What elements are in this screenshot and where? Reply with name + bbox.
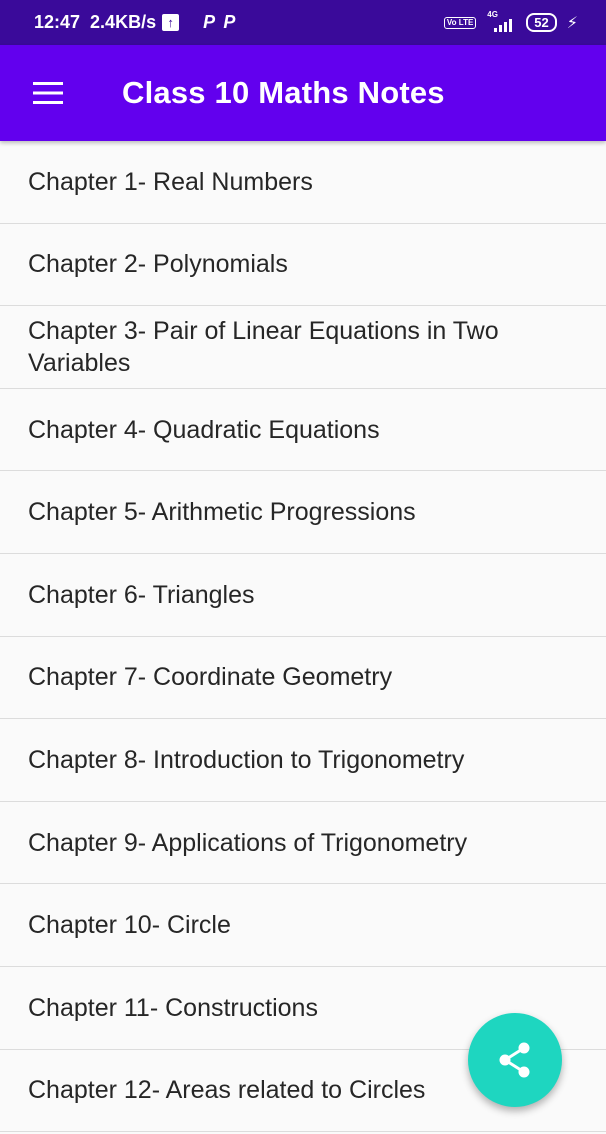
chapter-list: Chapter 1- Real Numbers Chapter 2- Polyn… [0,141,606,1133]
network-speed: 2.4KB/s [90,12,157,32]
app-bar: Class 10 Maths Notes [0,45,606,141]
battery-level: 52 [534,15,549,30]
status-left: 12:47 2.4KB/s ↑ P P [34,12,237,33]
chapter-item-7[interactable]: Chapter 7- Coordinate Geometry [0,637,606,720]
app-title: Class 10 Maths Notes [122,75,445,110]
chapter-item-2[interactable]: Chapter 2- Polynomials [0,224,606,307]
network-type-label: 4G [487,9,498,19]
chapter-item-8[interactable]: Chapter 8- Introduction to Trigonometry [0,719,606,802]
chapter-item-5[interactable]: Chapter 5- Arithmetic Progressions [0,471,606,554]
notification-p-icons: P P [203,12,238,32]
status-bar: 12:47 2.4KB/s ↑ P P Vo LTE 4G 52 ⚡ [0,0,606,45]
volte-icon: Vo LTE [443,16,477,29]
chapter-item-1[interactable]: Chapter 1- Real Numbers [0,141,606,224]
chapter-item-6[interactable]: Chapter 6- Triangles [0,554,606,637]
battery-icon: 52 [526,13,557,32]
signal-icon: 4G [486,9,516,34]
signal-bars [494,18,513,32]
share-button[interactable] [468,1013,562,1107]
hamburger-menu-icon[interactable] [24,69,72,117]
chapter-item-3[interactable]: Chapter 3- Pair of Linear Equations in T… [0,306,606,389]
status-right: Vo LTE 4G 52 ⚡ [443,9,578,34]
chapter-item-9[interactable]: Chapter 9- Applications of Trigonometry [0,802,606,885]
upload-icon: ↑ [162,14,180,31]
charging-icon: ⚡ [566,14,578,32]
share-icon [499,1042,530,1078]
chapter-item-4[interactable]: Chapter 4- Quadratic Equations [0,389,606,472]
status-time: 12:47 [34,12,81,32]
chapter-item-10[interactable]: Chapter 10- Circle [0,884,606,967]
